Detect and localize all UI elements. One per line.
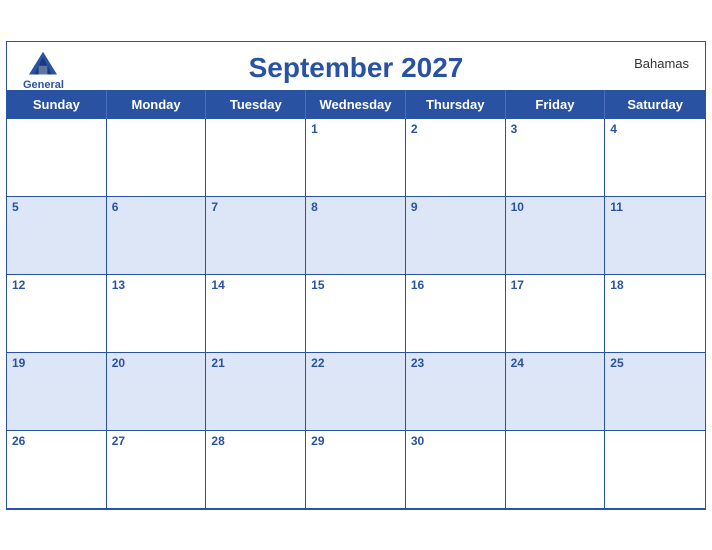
table-row: 6 bbox=[107, 197, 207, 275]
calendar-grid: 1 2 3 4 5 6 7 8 9 10 11 12 13 14 15 16 1… bbox=[7, 119, 705, 509]
day-header-friday: Friday bbox=[506, 90, 606, 119]
table-row bbox=[7, 119, 107, 197]
table-row: 25 bbox=[605, 353, 705, 431]
calendar: General Blue September 2027 Bahamas Sund… bbox=[6, 41, 706, 510]
table-row: 2 bbox=[406, 119, 506, 197]
table-row: 12 bbox=[7, 275, 107, 353]
table-row bbox=[506, 431, 606, 509]
table-row: 20 bbox=[107, 353, 207, 431]
table-row: 5 bbox=[7, 197, 107, 275]
logo: General Blue bbox=[23, 50, 64, 103]
days-of-week-header: Sunday Monday Tuesday Wednesday Thursday… bbox=[7, 90, 705, 119]
table-row bbox=[605, 431, 705, 509]
table-row bbox=[107, 119, 207, 197]
logo-icon bbox=[25, 50, 61, 78]
day-header-monday: Monday bbox=[107, 90, 207, 119]
table-row: 17 bbox=[506, 275, 606, 353]
table-row: 11 bbox=[605, 197, 705, 275]
country-label: Bahamas bbox=[634, 56, 689, 71]
table-row: 1 bbox=[306, 119, 406, 197]
day-header-wednesday: Wednesday bbox=[306, 90, 406, 119]
table-row: 16 bbox=[406, 275, 506, 353]
table-row: 18 bbox=[605, 275, 705, 353]
table-row bbox=[206, 119, 306, 197]
table-row: 27 bbox=[107, 431, 207, 509]
logo-blue-text: Blue bbox=[32, 91, 56, 103]
calendar-title: September 2027 bbox=[23, 52, 689, 84]
calendar-header: General Blue September 2027 Bahamas bbox=[7, 42, 705, 90]
table-row: 3 bbox=[506, 119, 606, 197]
table-row: 29 bbox=[306, 431, 406, 509]
day-header-saturday: Saturday bbox=[605, 90, 705, 119]
table-row: 7 bbox=[206, 197, 306, 275]
table-row: 14 bbox=[206, 275, 306, 353]
table-row: 10 bbox=[506, 197, 606, 275]
table-row: 28 bbox=[206, 431, 306, 509]
table-row: 8 bbox=[306, 197, 406, 275]
table-row: 21 bbox=[206, 353, 306, 431]
table-row: 13 bbox=[107, 275, 207, 353]
table-row: 19 bbox=[7, 353, 107, 431]
table-row: 23 bbox=[406, 353, 506, 431]
table-row: 30 bbox=[406, 431, 506, 509]
day-header-thursday: Thursday bbox=[406, 90, 506, 119]
day-header-tuesday: Tuesday bbox=[206, 90, 306, 119]
logo-general-text: General bbox=[23, 79, 64, 91]
table-row: 15 bbox=[306, 275, 406, 353]
table-row: 26 bbox=[7, 431, 107, 509]
table-row: 24 bbox=[506, 353, 606, 431]
table-row: 9 bbox=[406, 197, 506, 275]
table-row: 22 bbox=[306, 353, 406, 431]
table-row: 4 bbox=[605, 119, 705, 197]
